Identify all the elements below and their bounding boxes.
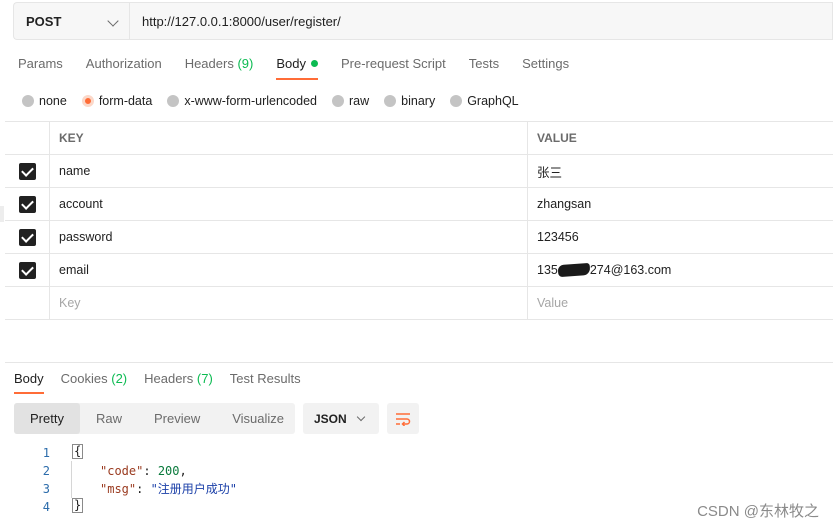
- tab-body[interactable]: Body: [276, 50, 318, 80]
- radio-icon: [22, 95, 34, 107]
- response-tabs: Body Cookies (2) Headers (7) Test Result…: [14, 369, 318, 395]
- body-type-binary[interactable]: binary: [384, 94, 435, 108]
- body-type-raw[interactable]: raw: [332, 94, 369, 108]
- method-select[interactable]: POST: [13, 2, 129, 40]
- tab-settings[interactable]: Settings: [522, 50, 569, 78]
- line-number: 1: [42, 446, 50, 460]
- side-marker: [0, 206, 4, 222]
- headers-count: (9): [237, 56, 254, 71]
- body-type-none[interactable]: none: [22, 94, 67, 108]
- method-label: POST: [26, 13, 62, 29]
- format-label: JSON: [314, 411, 347, 426]
- chevron-down-icon: [107, 15, 119, 27]
- checkbox-checked-icon[interactable]: [18, 261, 36, 279]
- table-row: name 张三: [5, 155, 833, 188]
- tab-test-results[interactable]: Test Results: [230, 369, 301, 391]
- response-toolbar: Pretty Raw Preview Visualize JSON: [14, 403, 419, 434]
- brace-close: }: [72, 498, 84, 513]
- pane-divider[interactable]: [5, 362, 833, 363]
- checkbox-checked-icon[interactable]: [18, 162, 36, 180]
- wrap-lines-icon: [396, 412, 411, 426]
- tab-response-body[interactable]: Body: [14, 369, 44, 394]
- radio-icon: [167, 95, 180, 107]
- key-cell[interactable]: name: [50, 155, 528, 187]
- value-column-header: VALUE: [537, 131, 577, 145]
- radio-icon: [384, 95, 397, 107]
- view-pretty-button[interactable]: Pretty: [14, 403, 80, 434]
- code-line: 2 "code": 200,: [14, 462, 614, 480]
- tab-authorization[interactable]: Authorization: [86, 50, 162, 78]
- new-value-input[interactable]: Value: [528, 287, 833, 319]
- value-cell[interactable]: 135 274@163.com: [528, 254, 833, 286]
- value-cell[interactable]: 张三: [528, 155, 833, 187]
- checkbox-checked-icon[interactable]: [18, 195, 36, 213]
- tab-headers[interactable]: Headers (9): [185, 50, 254, 78]
- line-number: 3: [42, 482, 50, 496]
- body-type-form-data[interactable]: form-data: [81, 94, 152, 108]
- table-header-row: KEY VALUE: [5, 122, 833, 155]
- checkbox-checked-icon[interactable]: [18, 228, 36, 246]
- request-tabs: Params Authorization Headers (9) Body Pr…: [18, 50, 592, 80]
- watermark: CSDN @东林牧之: [697, 503, 819, 520]
- radio-icon: [450, 95, 463, 107]
- code-line: 4 }: [14, 498, 614, 516]
- redaction-mark: [557, 262, 591, 278]
- chevron-down-icon: [356, 412, 366, 422]
- body-type-graphql[interactable]: GraphQL: [450, 94, 519, 108]
- value-cell[interactable]: 123456: [528, 221, 833, 253]
- radio-icon: [332, 95, 344, 107]
- view-mode-segment: Pretty Raw Preview Visualize: [14, 403, 295, 434]
- table-row: email 135 274@163.com: [5, 254, 833, 287]
- table-row: account zhangsan: [5, 188, 833, 221]
- tab-response-headers[interactable]: Headers (7): [144, 369, 213, 391]
- key-column-header: KEY: [50, 122, 528, 154]
- line-number: 4: [42, 500, 50, 514]
- value-cell[interactable]: zhangsan: [528, 188, 833, 220]
- tab-tests[interactable]: Tests: [469, 50, 499, 78]
- tab-cookies[interactable]: Cookies (2): [61, 369, 127, 391]
- format-select[interactable]: JSON: [303, 403, 379, 434]
- code-line: 3 "msg": "注册用户成功": [14, 480, 614, 498]
- url-bar: POST http://127.0.0.1:8000/user/register…: [13, 2, 833, 40]
- indent-guide: [71, 461, 72, 498]
- line-number: 2: [42, 464, 50, 478]
- view-raw-button[interactable]: Raw: [80, 403, 138, 434]
- form-data-table: KEY VALUE name 张三 account zhangsan passw…: [5, 121, 833, 320]
- code-line: 1 {: [14, 444, 614, 462]
- new-key-input[interactable]: Key: [50, 287, 528, 319]
- cookies-count: (2): [111, 371, 128, 386]
- body-type-selector: none form-data x-www-form-urlencoded raw…: [22, 92, 534, 110]
- brace-open: {: [72, 444, 84, 459]
- tab-params[interactable]: Params: [18, 50, 63, 78]
- key-cell[interactable]: account: [50, 188, 528, 220]
- url-input[interactable]: http://127.0.0.1:8000/user/register/: [129, 2, 833, 40]
- response-body-code[interactable]: 1 { 2 "code": 200, 3 "msg": "注册用户成功" 4 }: [14, 444, 614, 516]
- body-indicator-dot: [310, 60, 318, 67]
- radio-selected-icon: [81, 95, 94, 107]
- wrap-lines-button[interactable]: [387, 403, 419, 434]
- table-row: password 123456: [5, 221, 833, 254]
- response-headers-count: (7): [196, 371, 213, 386]
- body-type-urlencoded[interactable]: x-www-form-urlencoded: [167, 94, 317, 108]
- tab-pre-request-script[interactable]: Pre-request Script: [341, 50, 446, 78]
- table-row-empty: Key Value: [5, 287, 833, 320]
- view-visualize-button[interactable]: Visualize: [216, 403, 300, 434]
- key-cell[interactable]: email: [50, 254, 528, 286]
- view-preview-button[interactable]: Preview: [138, 403, 216, 434]
- key-cell[interactable]: password: [50, 221, 528, 253]
